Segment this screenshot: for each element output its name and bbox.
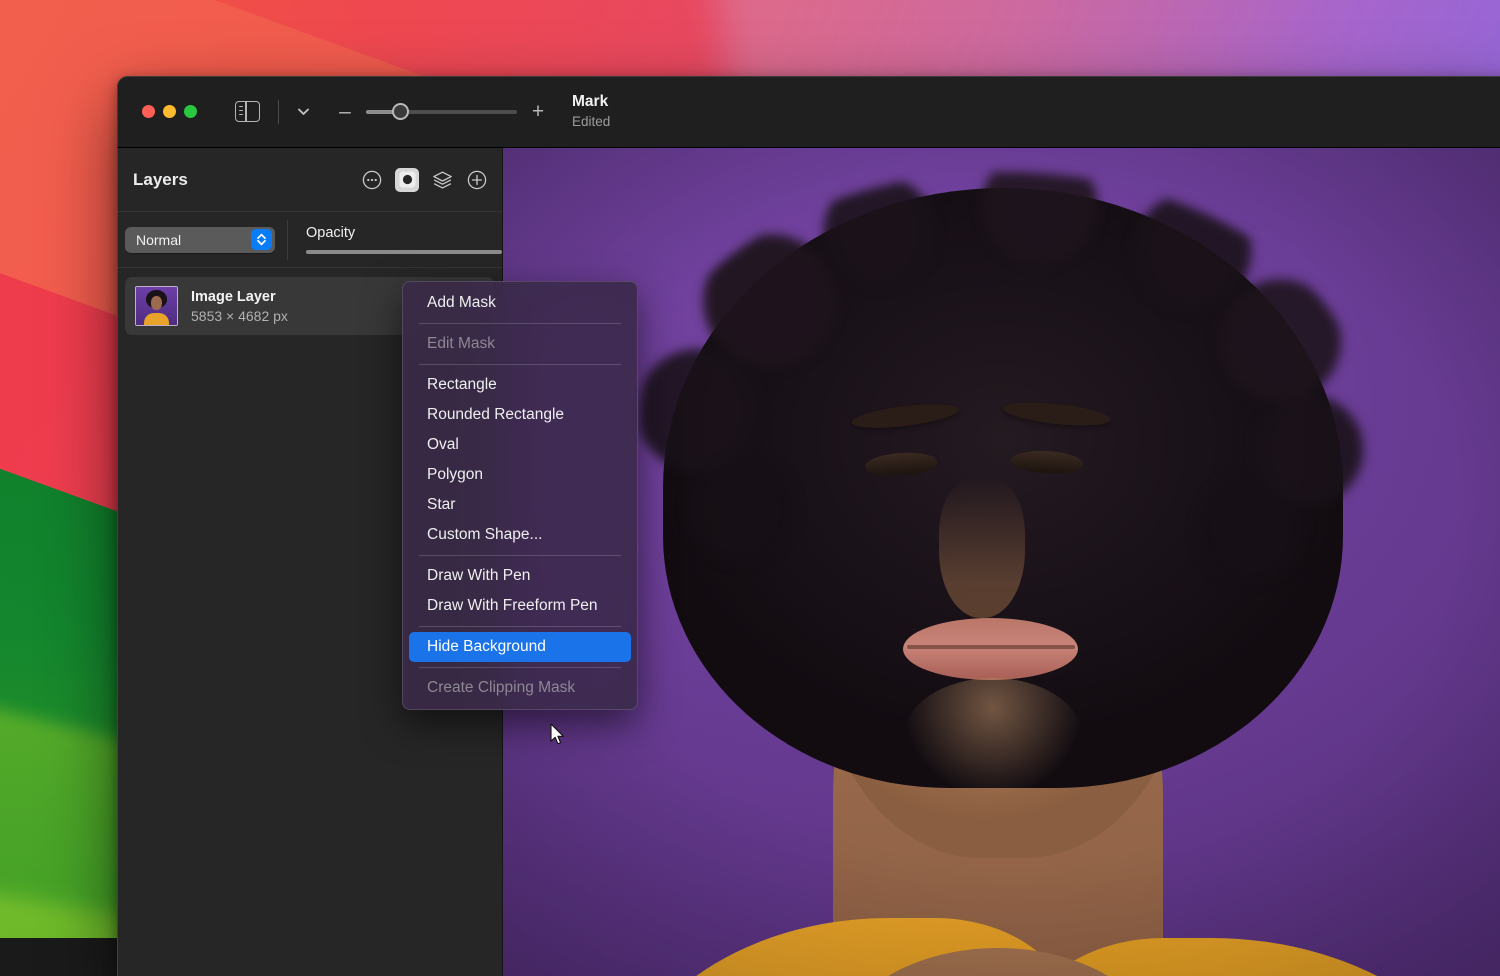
menu-item-draw-with-pen[interactable]: Draw With Pen <box>409 561 631 591</box>
sidebar-toggle-icon[interactable] <box>235 101 260 122</box>
ellipsis-circle-icon[interactable] <box>361 169 382 190</box>
window-titlebar: – + Mark Edited <box>117 76 1500 148</box>
page-title: Mark <box>572 93 610 111</box>
menu-separator <box>419 364 621 365</box>
document-title-block: Mark Edited <box>572 93 610 129</box>
layers-panel-header: Layers <box>117 148 502 212</box>
layer-name: Image Layer <box>191 289 288 305</box>
minimize-button[interactable] <box>163 105 176 118</box>
mask-icon[interactable] <box>395 168 419 192</box>
sidebar-icon-line-1 <box>239 106 244 107</box>
sidebar-icon-divider <box>245 102 247 121</box>
app-window: – + Mark Edited Layers <box>117 76 1500 976</box>
blend-mode-value: Normal <box>136 232 181 248</box>
layer-dimensions: 5853 × 4682 px <box>191 308 288 324</box>
opacity-label: Opacity <box>306 225 502 241</box>
menu-item-edit-mask: Edit Mask <box>409 329 631 359</box>
menu-item-polygon[interactable]: Polygon <box>409 460 631 490</box>
zoom-slider-track[interactable] <box>366 110 517 114</box>
window-body: Layers <box>117 148 1500 976</box>
menu-separator <box>419 626 621 627</box>
chevron-down-icon[interactable] <box>295 104 311 120</box>
zoom-control[interactable]: – + <box>337 101 546 122</box>
close-button[interactable] <box>142 105 155 118</box>
plus-circle-icon[interactable] <box>466 169 487 190</box>
sidebar-icon-line-2 <box>239 110 244 111</box>
layers-title: Layers <box>133 170 361 190</box>
blend-mode-select[interactable]: Normal <box>125 227 275 253</box>
menu-item-custom-shape[interactable]: Custom Shape... <box>409 520 631 550</box>
zoom-slider-knob[interactable] <box>392 103 409 120</box>
titlebar-divider <box>278 100 279 124</box>
menu-item-oval[interactable]: Oval <box>409 430 631 460</box>
layer-metadata: Image Layer 5853 × 4682 px <box>191 289 288 324</box>
zoom-in-button[interactable]: + <box>530 101 546 122</box>
portrait-photo <box>503 148 1500 976</box>
zoom-out-button[interactable]: – <box>337 101 353 122</box>
menu-separator <box>419 667 621 668</box>
blend-and-opacity-row: Normal Opacity <box>117 212 502 268</box>
menu-item-rounded-rectangle[interactable]: Rounded Rectangle <box>409 400 631 430</box>
menu-item-create-clipping-mask: Create Clipping Mask <box>409 673 631 703</box>
image-canvas[interactable] <box>503 148 1500 976</box>
thumb-shirt <box>144 313 169 325</box>
layer-thumbnail <box>135 286 178 326</box>
opacity-cell: Opacity <box>288 225 502 254</box>
menu-item-star[interactable]: Star <box>409 490 631 520</box>
maximize-button[interactable] <box>184 105 197 118</box>
menu-item-add-mask[interactable]: Add Mask <box>409 288 631 318</box>
thumb-face <box>151 296 162 310</box>
layer-context-menu[interactable]: Add Mask Edit Mask RectangleRounded Rectan… <box>402 281 638 710</box>
menu-item-hide-background[interactable]: Hide Background <box>409 632 631 662</box>
sidebar-icon-line-3 <box>239 114 244 115</box>
layers-actions <box>361 168 487 192</box>
stepper-up-down-icon[interactable] <box>251 229 272 250</box>
blend-mode-cell: Normal <box>117 227 287 253</box>
menu-item-rectangle[interactable]: Rectangle <box>409 370 631 400</box>
layers-stack-icon[interactable] <box>432 169 453 190</box>
menu-separator <box>419 323 621 324</box>
document-status: Edited <box>572 114 610 130</box>
photo-vignette <box>503 148 1500 976</box>
menu-item-draw-with-freeform-pen[interactable]: Draw With Freeform Pen <box>409 591 631 621</box>
menu-separator <box>419 555 621 556</box>
opacity-slider[interactable] <box>306 250 502 254</box>
traffic-lights <box>142 105 197 118</box>
